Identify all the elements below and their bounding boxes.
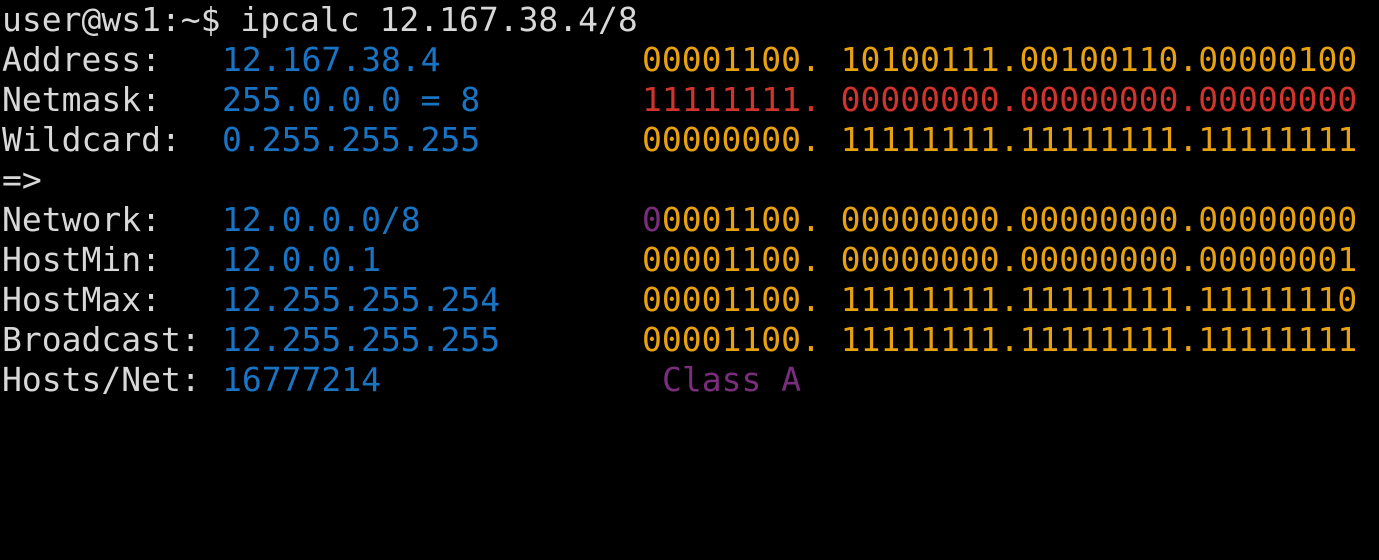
network-row: Network: 12.0.0.0/8 00001100. 00000000.0… (0, 200, 1379, 240)
network-binary-rest: 0001100. 00000000.00000000.00000000 (661, 200, 1358, 239)
command-prompt: user@ws1:~$ ipcalc 12.167.38.4/8 (2, 0, 638, 40)
hostmin-label: HostMin: (2, 240, 161, 279)
broadcast-row: Broadcast: 12.255.255.255 00001100. 1111… (0, 320, 1379, 360)
network-class: Class A (662, 360, 802, 399)
address-label: Address: (2, 40, 161, 79)
hosts-value: 16777214 (222, 360, 381, 399)
hostmin-value: 12.0.0.1 (222, 240, 381, 279)
address-binary: 00001100. 10100111.00100110.00000100 (642, 40, 1358, 79)
separator-arrow: => (2, 160, 42, 199)
netmask-label: Netmask: (2, 80, 161, 119)
netmask-row: Netmask: 255.0.0.0 = 8 11111111. 0000000… (0, 80, 1379, 120)
hosts-label: Hosts/Net: (2, 360, 201, 399)
hostmax-label: HostMax: (2, 280, 161, 319)
separator-row: => (0, 160, 1379, 200)
address-value: 12.167.38.4 (222, 40, 441, 79)
hostmax-binary: 00001100. 11111111.11111111.11111110 (642, 280, 1358, 319)
wildcard-row: Wildcard: 0.255.255.255 00000000. 111111… (0, 120, 1379, 160)
address-row: Address: 12.167.38.4 00001100. 10100111.… (0, 40, 1379, 80)
prompt-text: user@ws1:~$ (2, 0, 241, 39)
wildcard-binary: 00000000. 11111111.11111111.11111111 (642, 120, 1358, 159)
network-value: 12.0.0.0/8 (222, 200, 421, 239)
hostmin-binary: 00001100. 00000000.00000000.00000001 (642, 240, 1358, 279)
netmask-binary-host-bits: 00000000.00000000.00000000 (820, 80, 1358, 119)
wildcard-value: 0.255.255.255 (222, 120, 481, 159)
netmask-value: 255.0.0.0 = 8 (222, 80, 481, 119)
wildcard-label: Wildcard: (2, 120, 181, 159)
command-text: ipcalc 12.167.38.4/8 (240, 0, 638, 39)
netmask-binary-network-bits: 11111111. (642, 80, 821, 119)
terminal-window[interactable]: user@ws1:~$ ipcalc 12.167.38.4/8 Address… (0, 0, 1379, 409)
command-line: user@ws1:~$ ipcalc 12.167.38.4/8 (0, 0, 1379, 40)
network-label: Network: (2, 200, 161, 239)
network-class-bit: 0 (642, 200, 662, 239)
network-binary: 00001100. 00000000.00000000.00000000 (642, 200, 1357, 240)
hostmax-value: 12.255.255.254 (222, 280, 501, 319)
hostmin-row: HostMin: 12.0.0.1 00001100. 00000000.000… (0, 240, 1379, 280)
broadcast-label: Broadcast: (2, 320, 201, 359)
broadcast-binary: 00001100. 11111111.11111111.11111111 (642, 320, 1358, 359)
netmask-binary: 11111111. 00000000.00000000.00000000 (642, 80, 1357, 120)
hostmax-row: HostMax: 12.255.255.254 00001100. 111111… (0, 280, 1379, 320)
hosts-row: Hosts/Net: 16777214 Class A (0, 360, 1379, 400)
broadcast-value: 12.255.255.255 (222, 320, 501, 359)
